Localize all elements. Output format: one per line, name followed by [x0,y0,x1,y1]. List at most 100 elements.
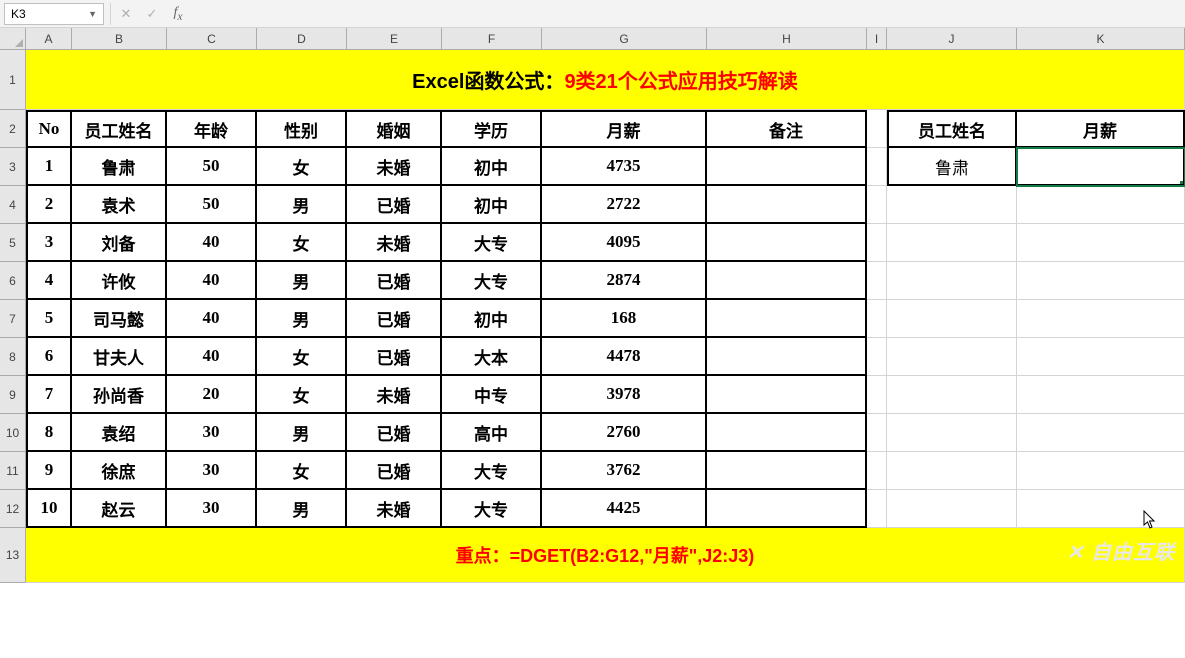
cell-G12[interactable]: 4425 [542,490,707,528]
cell-F3[interactable]: 初中 [442,148,542,186]
cell-E5[interactable]: 未婚 [347,224,442,262]
cell-G9[interactable]: 3978 [542,376,707,414]
name-box[interactable]: K3 ▼ [4,3,104,25]
cell-F11[interactable]: 大专 [442,452,542,490]
cell-K10[interactable] [1017,414,1185,452]
cell-A12[interactable]: 10 [26,490,72,528]
col-header-F[interactable]: F [442,28,542,49]
cell-J6[interactable] [887,262,1017,300]
lookup-header-salary[interactable]: 月薪 [1017,110,1185,148]
cell-C12[interactable]: 30 [167,490,257,528]
cell-K11[interactable] [1017,452,1185,490]
row-header-2[interactable]: 2 [0,110,26,148]
cell-D12[interactable]: 男 [257,490,347,528]
cell-J11[interactable] [887,452,1017,490]
cell-I6[interactable] [867,262,887,300]
row-header-13[interactable]: 13 [0,528,26,583]
cell-H5[interactable] [707,224,867,262]
cell-G8[interactable]: 4478 [542,338,707,376]
header-gender[interactable]: 性别 [257,110,347,148]
cell-E3[interactable]: 未婚 [347,148,442,186]
cell-B3[interactable]: 鲁肃 [72,148,167,186]
lookup-header-name[interactable]: 员工姓名 [887,110,1017,148]
col-header-A[interactable]: A [26,28,72,49]
col-header-B[interactable]: B [72,28,167,49]
cell-B7[interactable]: 司马懿 [72,300,167,338]
col-header-I[interactable]: I [867,28,887,49]
row-header-1[interactable]: 1 [0,50,26,110]
cell-B5[interactable]: 刘备 [72,224,167,262]
cell-F9[interactable]: 中专 [442,376,542,414]
cell-F6[interactable]: 大专 [442,262,542,300]
cell-J4[interactable] [887,186,1017,224]
header-edu[interactable]: 学历 [442,110,542,148]
cell-J5[interactable] [887,224,1017,262]
cell-I10[interactable] [867,414,887,452]
row-header-3[interactable]: 3 [0,148,26,186]
cell-I5[interactable] [867,224,887,262]
cell-I11[interactable] [867,452,887,490]
cell-C8[interactable]: 40 [167,338,257,376]
cell-D4[interactable]: 男 [257,186,347,224]
cell-H4[interactable] [707,186,867,224]
cell-D5[interactable]: 女 [257,224,347,262]
select-all-button[interactable] [0,28,26,49]
row-header-8[interactable]: 8 [0,338,26,376]
cell-C10[interactable]: 30 [167,414,257,452]
cell-D7[interactable]: 男 [257,300,347,338]
header-marriage[interactable]: 婚姻 [347,110,442,148]
cell-A11[interactable]: 9 [26,452,72,490]
cell-I4[interactable] [867,186,887,224]
name-box-dropdown-icon[interactable]: ▼ [88,9,97,19]
col-header-K[interactable]: K [1017,28,1185,49]
row-header-6[interactable]: 6 [0,262,26,300]
cell-F5[interactable]: 大专 [442,224,542,262]
cell-J12[interactable] [887,490,1017,528]
cell-H7[interactable] [707,300,867,338]
cell-K8[interactable] [1017,338,1185,376]
cell-C7[interactable]: 40 [167,300,257,338]
cell-I2[interactable] [867,110,887,148]
cell-B8[interactable]: 甘夫人 [72,338,167,376]
cell-G3[interactable]: 4735 [542,148,707,186]
cell-D3[interactable]: 女 [257,148,347,186]
cell-K5[interactable] [1017,224,1185,262]
cell-C11[interactable]: 30 [167,452,257,490]
cell-H12[interactable] [707,490,867,528]
cell-F12[interactable]: 大专 [442,490,542,528]
cell-B10[interactable]: 袁绍 [72,414,167,452]
cell-E7[interactable]: 已婚 [347,300,442,338]
row-header-5[interactable]: 5 [0,224,26,262]
cell-F7[interactable]: 初中 [442,300,542,338]
cell-J7[interactable] [887,300,1017,338]
cell-H10[interactable] [707,414,867,452]
row-header-7[interactable]: 7 [0,300,26,338]
cell-C6[interactable]: 40 [167,262,257,300]
header-no[interactable]: No [26,110,72,148]
cell-K12[interactable] [1017,490,1185,528]
col-header-E[interactable]: E [347,28,442,49]
cell-C4[interactable]: 50 [167,186,257,224]
title-cell[interactable]: Excel函数公式：9类21个公式应用技巧解读 [26,50,1185,110]
cell-D10[interactable]: 男 [257,414,347,452]
cell-E10[interactable]: 已婚 [347,414,442,452]
cell-G11[interactable]: 3762 [542,452,707,490]
cell-I8[interactable] [867,338,887,376]
header-remark[interactable]: 备注 [707,110,867,148]
cell-B9[interactable]: 孙尚香 [72,376,167,414]
cell-C3[interactable]: 50 [167,148,257,186]
row-header-11[interactable]: 11 [0,452,26,490]
cell-H8[interactable] [707,338,867,376]
lookup-value[interactable]: 鲁肃 [887,148,1017,186]
cell-K9[interactable] [1017,376,1185,414]
cell-I9[interactable] [867,376,887,414]
formula-input[interactable] [191,3,1185,25]
cell-H9[interactable] [707,376,867,414]
cell-J10[interactable] [887,414,1017,452]
cell-C5[interactable]: 40 [167,224,257,262]
cell-D9[interactable]: 女 [257,376,347,414]
cell-B6[interactable]: 许攸 [72,262,167,300]
col-header-H[interactable]: H [707,28,867,49]
cell-H11[interactable] [707,452,867,490]
cell-B12[interactable]: 赵云 [72,490,167,528]
